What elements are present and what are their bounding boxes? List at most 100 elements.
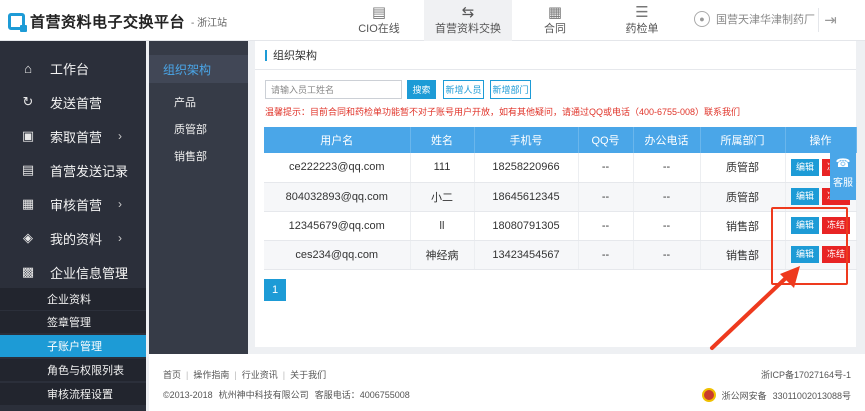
footer-link-home[interactable]: 首页 [163,370,181,380]
sidebar-item-send[interactable]: ↻ 发送首营 [0,86,146,118]
org-tree-title[interactable]: 组织架构 [149,55,248,83]
sidebar-item-workbench[interactable]: ⌂ 工作台 [0,52,146,84]
user-info[interactable]: ● 国营天津华津制药厂 [694,11,815,27]
request-icon: ▣ [21,128,35,143]
chevron-right-icon: › [118,163,122,177]
sidebar-subitem-sub-accounts[interactable]: 子账户管理 [0,335,146,357]
cell-office-phone: -- [633,182,701,212]
chevron-down-icon: ⌄ [117,265,128,279]
sidebar-item-send-record[interactable]: ▤ 首营发送记录 › [0,154,146,186]
cell-qq: -- [578,153,634,183]
logout-button[interactable]: ⇥ [818,8,842,32]
tab-label: 药检单 [625,23,659,35]
cell-office-phone: -- [633,153,701,183]
cell-department: 质管部 [700,182,786,212]
sidebar-item-company-info[interactable]: ▩ 企业信息管理 ⌄ [0,256,146,288]
sidebar-subitem-signature[interactable]: 签章管理 [0,311,146,333]
edit-button[interactable]: 编辑 [791,246,819,263]
cell-office-phone: -- [633,211,701,241]
copyright-hotline: 客服电话：4006755008 [314,390,410,400]
sidebar-item-label: 审核首营 [50,197,103,213]
footer-links: 首页 | 操作指南 | 行业资讯 | 关于我们 [163,370,327,380]
cell-username: 804032893@qq.com [264,182,411,212]
sidebar-item-review[interactable]: ▦ 审核首营 › [0,188,146,220]
org-node-sales[interactable]: 销售部 [174,148,207,164]
footer-link-about[interactable]: 关于我们 [290,370,326,380]
building-icon: ▩ [21,264,35,279]
sidebar-subitem-roles[interactable]: 角色与权限列表 [0,359,146,381]
edit-button[interactable]: 编辑 [791,158,819,176]
chevron-right-icon: › [118,197,122,211]
edit-button[interactable]: 编辑 [791,217,819,234]
freeze-button[interactable]: 冻结 [822,246,850,263]
customer-service-button[interactable]: ☎ 客服 [830,144,856,200]
org-tree-panel: 组织架构 产品 质管部 销售部 [149,41,248,354]
table-row: 12345679@qq.com ll 18080791305 -- -- 销售部… [264,211,857,241]
contract-icon: ▦ [547,4,563,21]
copyright-years: ©2013-2018 [163,390,213,400]
column-header-phone: 手机号 [474,127,579,153]
column-header-office-phone: 办公电话 [633,127,701,153]
column-header-qq: QQ号 [578,127,634,153]
headset-icon: ☎ [835,155,851,170]
employee-search-input[interactable] [265,80,402,99]
police-record-number: 33011002013088号 [772,390,851,401]
pagination-page-1[interactable]: 1 [264,279,286,301]
column-header-name: 姓名 [410,127,475,153]
add-person-button[interactable]: 新增人员 [443,80,484,99]
cell-office-phone: -- [633,240,701,270]
cell-department: 销售部 [700,240,786,270]
footer-link-news[interactable]: 行业资讯 [242,370,278,380]
page-title: 组织架构 [255,41,856,70]
cell-department: 质管部 [700,153,786,183]
sidebar-subitem-review-flow[interactable]: 审核流程设置 [0,383,146,405]
footer: 首页 | 操作指南 | 行业资讯 | 关于我们 ©2013-2018 杭州神中科技有限公司 客服… [149,354,865,411]
user-avatar-icon: ● [694,11,710,27]
sidebar-item-label: 索取首营 [50,129,103,145]
sidebar-item-my-documents[interactable]: ◈ 我的资料 › [0,222,146,254]
cell-name: ll [410,211,475,241]
add-department-button[interactable]: 新增部门 [490,80,531,99]
sidebar-item-label: 发送首营 [50,95,103,111]
sidebar-item-request[interactable]: ▣ 索取首营 › [0,120,146,152]
copyright-company: 杭州神中科技有限公司 [218,390,309,400]
main-panel: 组织架构 搜索 新增人员 新增部门 温馨提示：目前合同和药检单功能暂不对子账号用… [255,41,857,347]
logo-title: 首营资料电子交换平台 [30,13,186,31]
org-node-quality[interactable]: 质管部 [174,121,207,137]
sidebar-subitem-company-profile[interactable]: 企业资料 [0,288,146,310]
table-row: 804032893@qq.com 小二 18645612345 -- -- 质管… [264,182,857,212]
footer-icp[interactable]: 浙ICP备17027164号-1 [761,368,851,381]
review-icon: ▦ [21,196,35,211]
org-node-product[interactable]: 产品 [174,94,196,110]
search-button[interactable]: 搜索 [407,80,436,99]
police-badge-icon [701,388,716,402]
tab-contract[interactable]: ▦ 合同 [520,0,590,41]
chevron-right-icon: › [118,231,122,245]
sidebar-item-label: 工作台 [50,61,90,77]
cell-name: 111 [410,153,475,183]
tab-cio-online[interactable]: ▤ CIO在线 [344,0,414,41]
exchange-icon: ⇆ [461,4,475,21]
home-icon: ⌂ [24,60,32,76]
chevron-right-icon: › [118,129,122,143]
footer-copyright: ©2013-2018 杭州神中科技有限公司 客服电话：4006755008 [163,388,416,401]
cell-name: 小二 [410,182,475,212]
logo[interactable]: 首营资料电子交换平台 - 浙江站 [8,11,228,32]
cell-username: ces234@qq.com [264,240,411,270]
logo-subtitle: - 浙江站 [191,17,228,29]
police-record-label: 浙公网安备 [721,390,767,401]
sidebar-item-label: 我的资料 [50,231,103,247]
sidebar: ⌂ 工作台 ↻ 发送首营 ▣ 索取首营 › ▤ 首营发送记录 › ▦ 审核首营 … [0,41,146,411]
freeze-button[interactable]: 冻结 [822,217,850,234]
customer-service-label: 客服 [833,177,853,189]
cell-username: 12345679@qq.com [264,211,411,241]
footer-police-record[interactable]: 浙公网安备 33011002013088号 [701,388,851,402]
notice-text: 温馨提示：目前合同和药检单功能暂不对子账号用户开放，如有其他疑问，请通过QQ或电… [265,107,741,117]
cell-qq: -- [578,240,634,270]
tab-inspection[interactable]: ☰ 药检单 [598,0,686,41]
footer-link-guide[interactable]: 操作指南 [193,370,229,380]
tab-exchange[interactable]: ⇆ 首营资料交换 [424,0,512,41]
cell-phone: 18645612345 [474,182,579,212]
edit-button[interactable]: 编辑 [791,188,819,205]
sidebar-item-label: 首营发送记录 [50,163,129,179]
